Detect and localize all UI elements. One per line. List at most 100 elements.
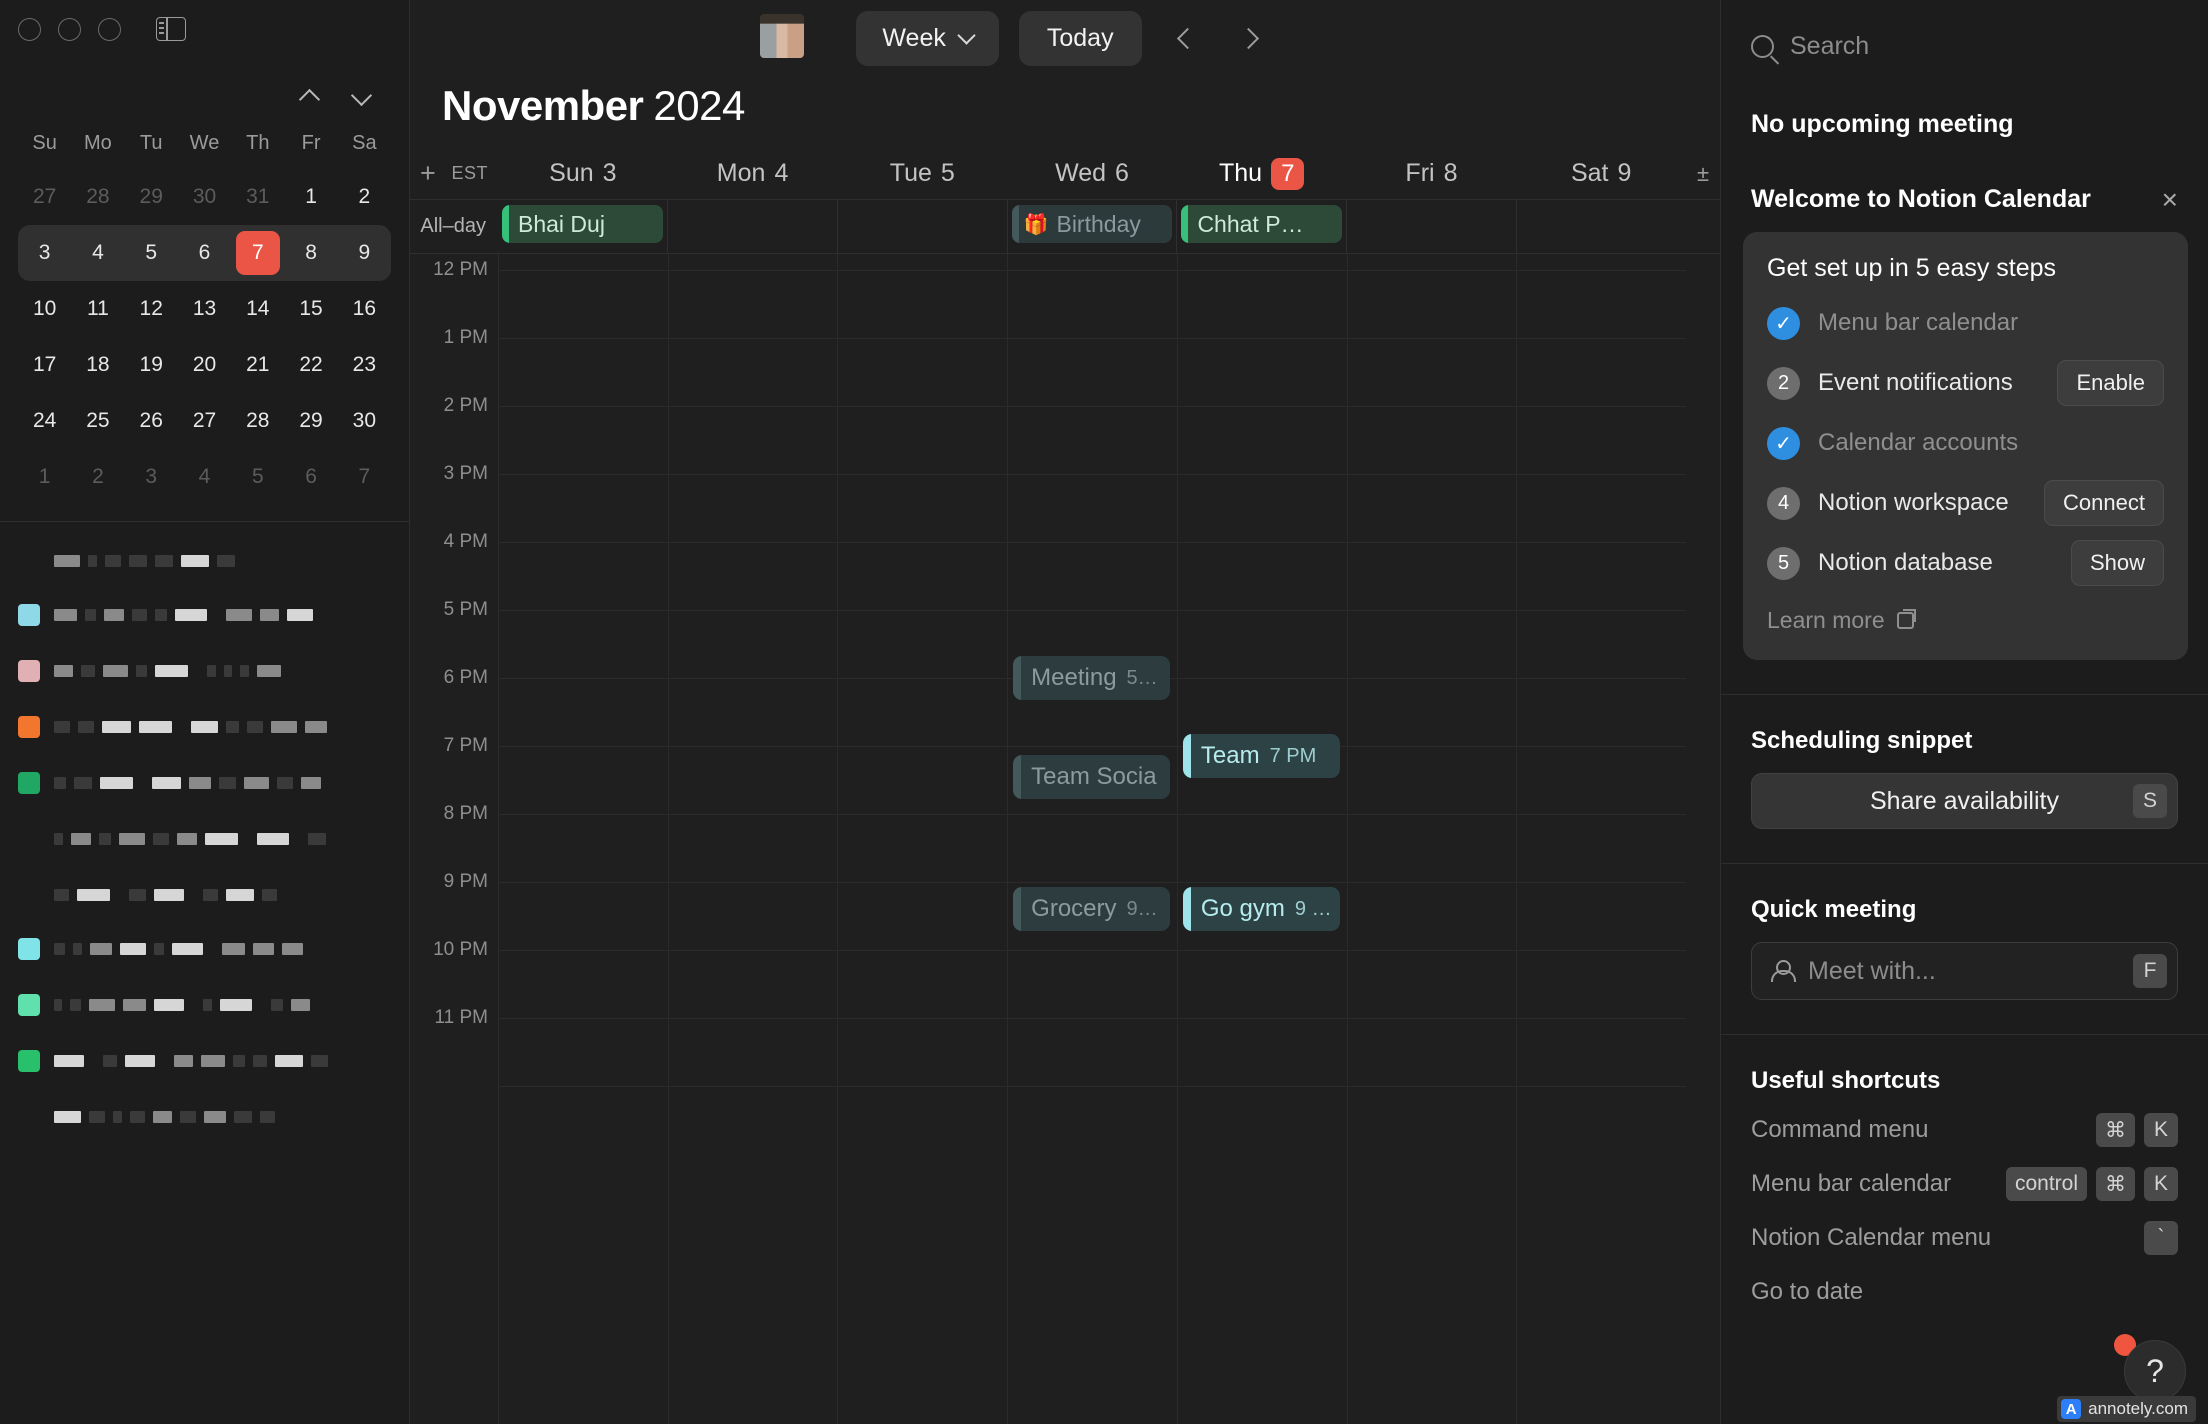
avatar[interactable] xyxy=(760,14,804,58)
share-availability-button[interactable]: Share availability S xyxy=(1751,773,2178,829)
close-button[interactable] xyxy=(18,17,41,41)
calendar-color-swatch[interactable] xyxy=(18,1050,40,1072)
meet-with-input[interactable]: Meet with... F xyxy=(1751,942,2178,1000)
mini-calendar-week[interactable]: 17 18 19 20 21 22 23 xyxy=(18,337,391,393)
calendar-color-swatch[interactable] xyxy=(18,994,40,1016)
mini-calendar-day[interactable]: 28 xyxy=(231,393,284,449)
calendar-event[interactable]: Grocery 9… xyxy=(1013,887,1170,932)
all-day-cell[interactable]: Chhat P… xyxy=(1176,200,1346,253)
prev-week-button[interactable] xyxy=(1162,15,1208,61)
mini-calendar-day[interactable]: 4 xyxy=(71,225,124,281)
day-header-wed[interactable]: Wed 6 xyxy=(1007,158,1177,190)
mini-calendar-day[interactable]: 16 xyxy=(338,281,391,337)
view-selector[interactable]: Week xyxy=(856,10,999,66)
mini-calendar-day[interactable]: 25 xyxy=(71,393,124,449)
mini-calendar-day[interactable]: 3 xyxy=(125,449,178,505)
all-day-cell[interactable] xyxy=(836,200,1007,253)
expand-rows-button[interactable]: ± xyxy=(1686,161,1720,187)
chevron-down-icon[interactable] xyxy=(351,86,373,108)
all-day-event[interactable]: Chhat P… xyxy=(1181,205,1343,243)
all-day-cell[interactable] xyxy=(666,200,837,253)
learn-more-link[interactable]: Learn more xyxy=(1767,607,2164,634)
mini-calendar-day[interactable]: 23 xyxy=(338,337,391,393)
calendar-list-item[interactable] xyxy=(18,714,391,740)
mini-calendar-day[interactable]: 30 xyxy=(338,393,391,449)
zoom-button[interactable] xyxy=(98,17,121,41)
calendar-color-swatch[interactable] xyxy=(18,660,40,682)
mini-calendar-day[interactable]: 10 xyxy=(18,281,71,337)
calendar-color-swatch[interactable] xyxy=(18,828,40,850)
mini-calendar-week[interactable]: 1234567 xyxy=(18,449,391,505)
mini-calendar-day[interactable]: 29 xyxy=(125,169,178,225)
mini-calendar-day[interactable]: 5 xyxy=(125,225,178,281)
mini-calendar-day[interactable]: 21 xyxy=(231,337,284,393)
day-header-fri[interactable]: Fri 8 xyxy=(1347,158,1517,190)
day-column[interactable] xyxy=(667,254,838,1424)
mini-calendar-day[interactable]: 6 xyxy=(178,225,231,281)
mini-calendar-week[interactable]: 24 25 26 27 28 29 30 xyxy=(18,393,391,449)
today-button[interactable]: Today xyxy=(1018,10,1142,66)
mini-calendar-week[interactable]: 3456789 xyxy=(18,225,391,281)
close-icon[interactable]: × xyxy=(2162,185,2178,214)
day-header-mon[interactable]: Mon 4 xyxy=(668,158,838,190)
mini-calendar-day[interactable]: 17 xyxy=(18,337,71,393)
mini-calendar-day[interactable]: 15 xyxy=(284,281,337,337)
calendar-event[interactable]: Meeting 5… xyxy=(1013,656,1170,701)
next-week-button[interactable] xyxy=(1228,15,1274,61)
mini-calendar-day[interactable]: 27 xyxy=(178,393,231,449)
mini-calendar-day[interactable]: 29 xyxy=(284,393,337,449)
mini-calendar-day[interactable]: 11 xyxy=(71,281,124,337)
mini-calendar-day[interactable]: 27 xyxy=(18,169,71,225)
calendar-list-item[interactable] xyxy=(18,826,391,852)
day-header-sat[interactable]: Sat 9 xyxy=(1516,158,1686,190)
mini-calendar-day[interactable]: 1 xyxy=(18,449,71,505)
calendar-event[interactable]: Team 7 PM xyxy=(1182,734,1340,779)
day-column[interactable] xyxy=(498,254,668,1424)
mini-calendar-day[interactable]: 9 xyxy=(338,225,391,281)
sidebar-toggle-icon[interactable] xyxy=(156,17,186,41)
day-header-sun[interactable]: Sun 3 xyxy=(498,158,668,190)
mini-calendar-week[interactable]: 27 28 29 30 31 1 2 xyxy=(18,169,391,225)
day-column[interactable] xyxy=(1346,254,1517,1424)
mini-calendar-day[interactable]: 26 xyxy=(125,393,178,449)
mini-calendar-day[interactable]: 18 xyxy=(71,337,124,393)
all-day-event[interactable]: Bhai Duj xyxy=(502,205,663,243)
mini-calendar-day[interactable]: 2 xyxy=(71,449,124,505)
mini-calendar-day[interactable]: 12 xyxy=(125,281,178,337)
calendar-list-item[interactable] xyxy=(18,770,391,796)
calendar-list-item[interactable] xyxy=(18,1048,391,1074)
calendar-color-swatch[interactable] xyxy=(18,604,40,626)
step-action-button[interactable]: Connect xyxy=(2044,480,2164,526)
step-action-button[interactable]: Show xyxy=(2070,540,2164,586)
mini-calendar-week[interactable]: 10 11 12 13 14 15 16 xyxy=(18,281,391,337)
mini-calendar-day[interactable]: 1 xyxy=(284,169,337,225)
mini-calendar-day[interactable]: 19 xyxy=(125,337,178,393)
calendar-color-swatch[interactable] xyxy=(18,772,40,794)
chevron-up-icon[interactable] xyxy=(299,86,321,108)
step-action-button[interactable]: Enable xyxy=(2057,360,2164,406)
calendar-list-item[interactable] xyxy=(18,602,391,628)
mini-calendar-day[interactable]: 2 xyxy=(338,169,391,225)
mini-calendar-day[interactable]: 3 xyxy=(18,225,71,281)
day-header-tue[interactable]: Tue 5 xyxy=(837,158,1007,190)
mini-calendar-day[interactable]: 14 xyxy=(231,281,284,337)
calendar-event[interactable]: Go gym 9 … xyxy=(1182,887,1340,932)
mini-calendar-day[interactable]: 20 xyxy=(178,337,231,393)
day-column[interactable]: Meeting 5… Team Socia Grocery 9… xyxy=(1007,254,1177,1424)
all-day-cell[interactable]: 🎁 Birthday xyxy=(1006,200,1177,253)
search-input[interactable]: Search xyxy=(1721,0,2208,66)
day-column[interactable] xyxy=(837,254,1008,1424)
calendar-color-swatch[interactable] xyxy=(18,716,40,738)
all-day-cell[interactable]: Bhai Duj xyxy=(498,200,667,253)
day-column[interactable] xyxy=(1516,254,1687,1424)
all-day-cell[interactable] xyxy=(1346,200,1516,253)
day-header-thu[interactable]: Thu 7 xyxy=(1177,157,1347,190)
calendar-list-item[interactable] xyxy=(18,936,391,962)
mini-calendar-day[interactable]: 31 xyxy=(231,169,284,225)
mini-calendar-day[interactable]: 30 xyxy=(178,169,231,225)
mini-calendar-day[interactable]: 22 xyxy=(284,337,337,393)
mini-calendar-day[interactable]: 5 xyxy=(231,449,284,505)
mini-calendar-day[interactable]: 28 xyxy=(71,169,124,225)
help-button[interactable]: ? xyxy=(2124,1340,2186,1402)
calendar-list-item[interactable] xyxy=(18,658,391,684)
